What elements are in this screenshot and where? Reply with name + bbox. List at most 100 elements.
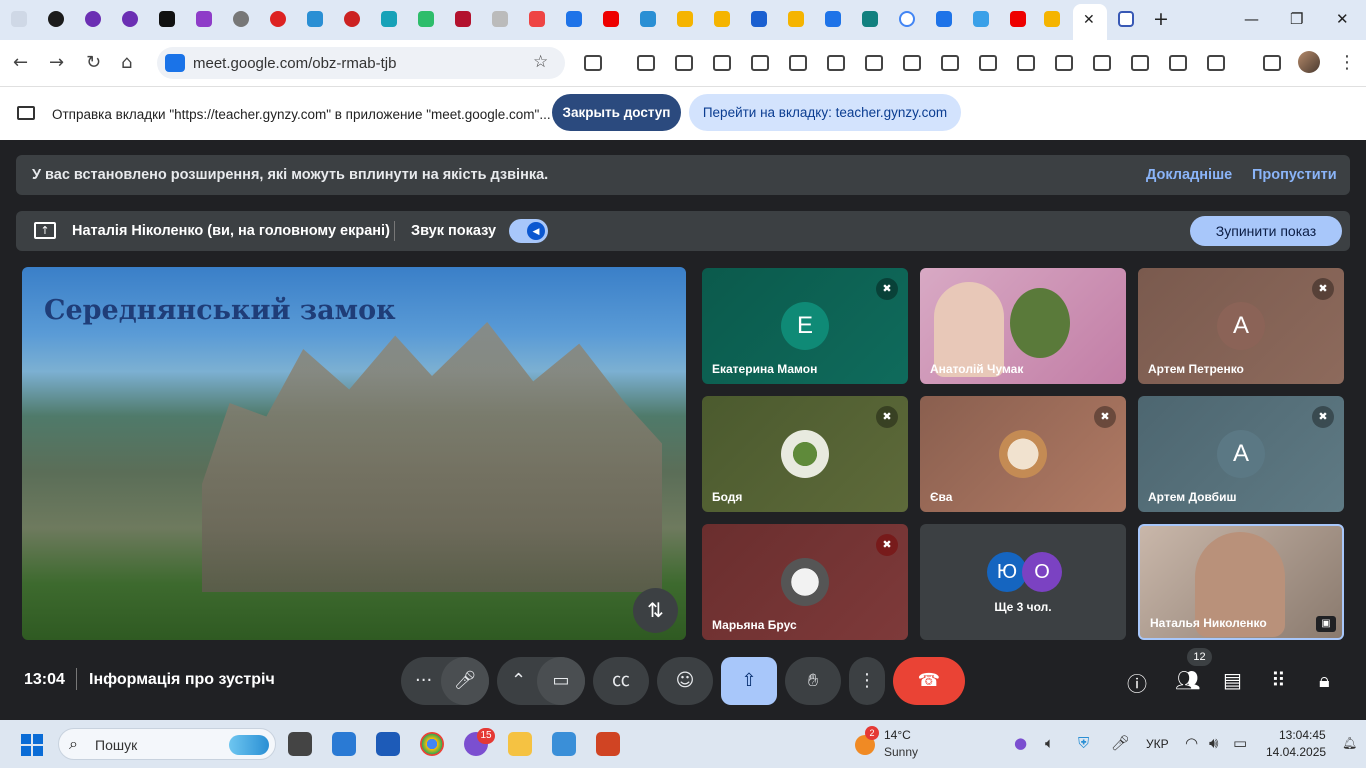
media-icon[interactable]: [1263, 55, 1281, 71]
viber-tray-icon[interactable]: ●: [1014, 734, 1027, 752]
delete-icon[interactable]: [865, 55, 883, 71]
tab-favicon[interactable]: [230, 8, 252, 30]
participant-tile[interactable]: А ✖ Артем Петренко: [1138, 268, 1344, 384]
leave-call-button[interactable]: ☎: [893, 657, 965, 705]
tab-favicon[interactable]: [82, 8, 104, 30]
pin-icon[interactable]: ▣: [1316, 616, 1336, 632]
tab-favicon[interactable]: [156, 8, 178, 30]
tab-favicon[interactable]: [415, 8, 437, 30]
activities-icon[interactable]: ⠿: [1271, 668, 1286, 692]
microphone-tray-icon[interactable]: 🎤︎: [1111, 734, 1130, 752]
reading-list-icon[interactable]: [827, 55, 845, 71]
more-participants-tile[interactable]: Ю О Ще 3 чол.: [920, 524, 1126, 640]
chat-icon[interactable]: ▤: [1223, 668, 1242, 692]
minimize-icon[interactable]: —: [1244, 10, 1259, 28]
store-icon[interactable]: [332, 732, 356, 756]
home-icon[interactable]: ⌂: [121, 52, 132, 73]
participant-tile[interactable]: А ✖ Артем Довбиш: [1138, 396, 1344, 512]
forward-icon[interactable]: →: [49, 52, 64, 73]
language-indicator[interactable]: УКР: [1146, 737, 1169, 751]
participant-tile[interactable]: ✖ Єва: [920, 396, 1126, 512]
tab-favicon[interactable]: [1115, 8, 1137, 30]
tab-favicon[interactable]: [341, 8, 363, 30]
code-icon[interactable]: [1207, 55, 1225, 71]
tab-favicon[interactable]: [859, 8, 881, 30]
chrome-icon[interactable]: [420, 732, 444, 756]
stop-presenting-button[interactable]: Зупинити показ: [1190, 216, 1342, 246]
tab-favicon[interactable]: [304, 8, 326, 30]
word-icon[interactable]: [376, 732, 400, 756]
reading-mode-icon[interactable]: [1055, 55, 1073, 71]
profile-avatar[interactable]: [1298, 51, 1320, 73]
participant-tile[interactable]: Е ✖ Екатерина Мамон: [702, 268, 908, 384]
more-video-options-icon[interactable]: ⌃: [511, 657, 526, 705]
start-button[interactable]: [21, 734, 43, 756]
tab-active-meet[interactable]: ✕: [1073, 4, 1107, 40]
tab-favicon[interactable]: [193, 8, 215, 30]
address-bar[interactable]: meet.google.com/obz-rmab-tjb ☆: [157, 47, 565, 79]
lens-icon[interactable]: [941, 55, 959, 71]
bookmarks-icon[interactable]: [789, 55, 807, 71]
tab-favicon[interactable]: [637, 8, 659, 30]
more-options-button[interactable]: ⋮: [849, 657, 885, 705]
tab-favicon[interactable]: [674, 8, 696, 30]
notifications-icon[interactable]: 🔔︎: [1342, 736, 1357, 750]
print-icon[interactable]: [903, 55, 921, 71]
weather-condition[interactable]: Sunny: [884, 745, 918, 759]
translate-icon[interactable]: [979, 55, 997, 71]
present-sound-toggle[interactable]: ◀: [509, 219, 548, 243]
tab-favicon[interactable]: [45, 8, 67, 30]
speaker-icon[interactable]: 🔊︎: [1209, 734, 1218, 752]
info-icon[interactable]: ⓘ: [1127, 668, 1147, 697]
microphone-icon[interactable]: 🎤︎: [441, 657, 489, 705]
location-icon[interactable]: [751, 55, 769, 71]
more-audio-options-icon[interactable]: ···: [415, 657, 432, 705]
wifi-icon[interactable]: ◠: [1185, 734, 1198, 752]
table-icon[interactable]: [1169, 55, 1187, 71]
weather-temperature[interactable]: 14°C: [884, 728, 911, 742]
tab-favicon[interactable]: [526, 8, 548, 30]
tab-favicon[interactable]: [933, 8, 955, 30]
tab-favicon[interactable]: [970, 8, 992, 30]
close-window-icon[interactable]: ✕: [1336, 10, 1349, 28]
key-icon[interactable]: [675, 55, 693, 71]
tab-favicon[interactable]: [119, 8, 141, 30]
captions-button[interactable]: ㏄: [593, 657, 649, 705]
stop-access-button[interactable]: Закрыть доступ: [552, 94, 681, 131]
shared-screen[interactable]: Середнянський замок ⇅: [22, 267, 686, 640]
goto-tab-button[interactable]: Перейти на вкладку: teacher.gynzy.com: [689, 94, 961, 131]
tab-favicon[interactable]: [600, 8, 622, 30]
participant-tile[interactable]: ✖ Бодя: [702, 396, 908, 512]
taskbar-search[interactable]: ⌕ Пошук: [58, 728, 276, 760]
emoji-reactions-button[interactable]: ☺: [657, 657, 713, 705]
tab-search-menu[interactable]: [8, 8, 30, 30]
site-info-icon[interactable]: [165, 54, 185, 72]
tab-favicon[interactable]: [822, 8, 844, 30]
url-text[interactable]: meet.google.com/obz-rmab-tjb: [193, 55, 396, 72]
close-tab-icon[interactable]: ✕: [1083, 12, 1095, 28]
security-tray-icon[interactable]: ⛨: [1078, 734, 1089, 752]
extension-icon[interactable]: [637, 55, 655, 71]
tab-favicon[interactable]: [378, 8, 400, 30]
raise-hand-button[interactable]: ✋︎: [785, 657, 841, 705]
back-icon[interactable]: ←: [13, 52, 28, 73]
people-icon[interactable]: 👥︎: [1175, 668, 1200, 692]
clock-date[interactable]: 14.04.2025: [1266, 745, 1326, 759]
swap-layout-button[interactable]: ⇅: [633, 588, 678, 633]
extensions-icon[interactable]: [584, 55, 602, 71]
tab-favicon[interactable]: [489, 8, 511, 30]
tab-favicon[interactable]: [896, 8, 918, 30]
learn-more-link[interactable]: Докладніше: [1146, 167, 1232, 183]
self-view-tile[interactable]: ▣ Наталья Николенко: [1138, 524, 1344, 640]
present-screen-button[interactable]: ⇧: [721, 657, 777, 705]
menu-icon[interactable]: ⋮: [1338, 52, 1356, 73]
tab-favicon[interactable]: [711, 8, 733, 30]
cast-icon[interactable]: [1131, 55, 1149, 71]
volume-tray-icon[interactable]: 🔈︎: [1045, 734, 1054, 752]
tab-favicon[interactable]: [267, 8, 289, 30]
maximize-icon[interactable]: ❐: [1290, 10, 1303, 28]
camera-icon[interactable]: ▭: [537, 657, 585, 705]
reload-icon[interactable]: ↻: [86, 52, 101, 73]
powerpoint-icon[interactable]: [596, 732, 620, 756]
host-controls-icon[interactable]: 🔒︎: [1319, 668, 1330, 692]
